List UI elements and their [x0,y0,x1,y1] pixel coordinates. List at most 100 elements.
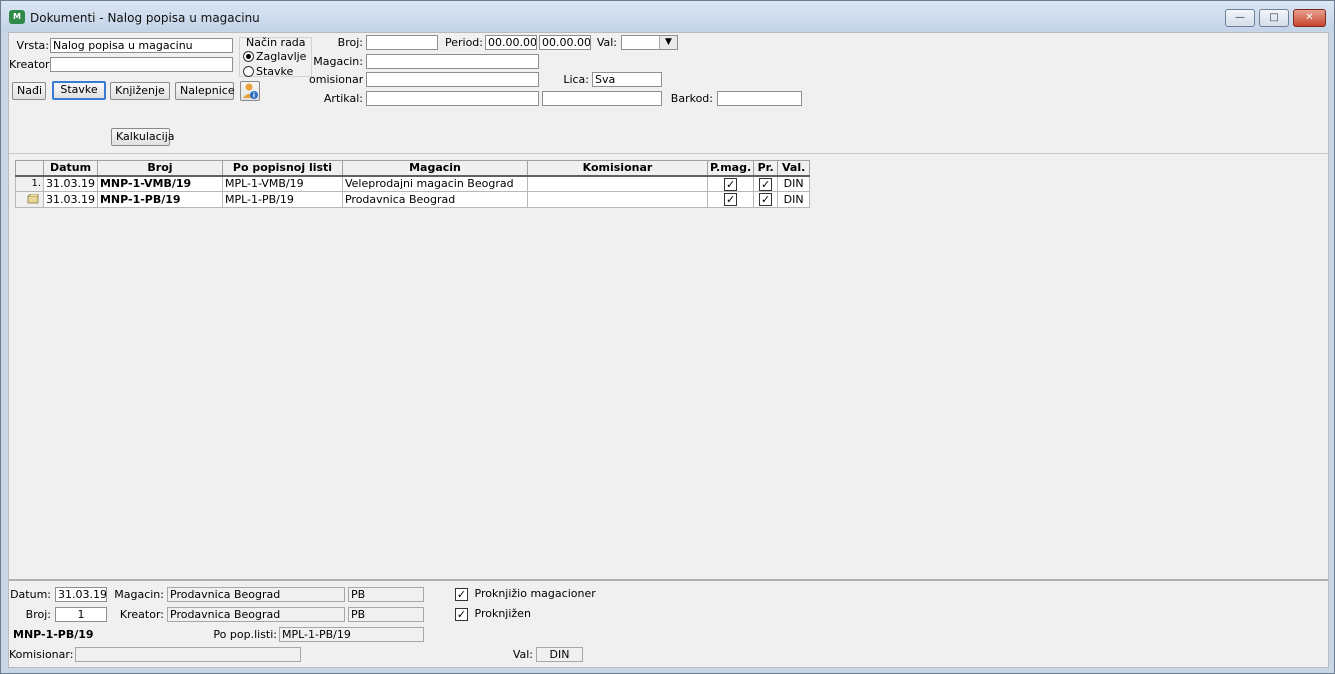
detail-magacin-label: Magacin: [114,588,164,601]
detail-panel: Datum: 31.03.19 Broj: 1 MNP-1-PB/19 Komi… [9,579,1328,667]
radio-zaglavlje[interactable]: Zaglavlje [243,50,306,63]
cell-magacin[interactable]: Veleprodajni magacin Beograd [341,175,528,192]
stavke-button[interactable]: Stavke [52,81,106,100]
detail-kreator-code[interactable]: PB [348,607,424,622]
application-window: M Dokumenti - Nalog popisa u magacinu — … [0,0,1335,674]
checkbox-icon: ✓ [724,177,738,191]
proknjizen-label: Proknjižen [474,607,531,620]
radio-on-icon [243,51,254,62]
cell-datum[interactable]: 31.03.19 [43,191,98,208]
kalkulacija-button[interactable]: Kalkulacija [111,128,175,146]
detail-kreator-field[interactable]: Prodavnica Beograd [167,607,345,622]
dropdown-arrow-icon: ▼ [659,36,677,49]
col-broj[interactable]: Broj [96,160,223,177]
vrsta-label: Vrsta: [16,39,49,52]
radio-stavke-label: Stavke [256,65,294,78]
detail-komisionar-label: Komisionar: [9,648,74,661]
period-label: Period: [444,36,483,49]
detail-magacin-field[interactable]: Prodavnica Beograd [167,587,345,602]
col-pr[interactable]: Pr. [753,160,779,177]
detail-kreator-label: Kreator: [119,608,164,621]
cell-pr[interactable]: ✓ [753,191,779,208]
magacin-label: Magacin: [313,55,363,68]
app-icon: M [9,10,25,24]
col-komisionar[interactable]: Komisionar [526,160,708,177]
broj-field[interactable] [366,35,438,50]
checkbox-icon: ✓ [759,177,773,191]
cell-broj[interactable]: MNP-1-VMB/19 [96,175,223,192]
detail-datum-label: Datum: [10,588,51,601]
row-index: 1. [15,175,44,192]
col-magacin[interactable]: Magacin [341,160,528,177]
cell-broj[interactable]: MNP-1-PB/19 [96,191,223,208]
cell-pmag[interactable]: ✓ [706,175,755,192]
detail-broj-label: Broj: [25,608,51,621]
nadji-button[interactable]: Nađi [12,82,46,100]
period-from-field[interactable]: 00.00.00 [485,35,537,50]
detail-val-label: Val: [512,648,533,661]
val-select[interactable]: ▼ [621,35,678,50]
col-datum[interactable]: Datum [43,160,98,177]
knjizenje-button[interactable]: Knjiženje [110,82,170,100]
proknjizen-checkbox[interactable]: ✓ Proknjižen [455,607,531,621]
lica-label: Lica: [563,73,589,86]
detail-doc-number: MNP-1-PB/19 [13,628,94,641]
nacin-rada-group: Način rada Zaglavlje Stavke [239,36,312,78]
proknjizio-checkbox[interactable]: ✓ Proknjižio magacioner [455,587,596,601]
col-po-popisnoj-listi[interactable]: Po popisnoj listi [221,160,343,177]
table-row[interactable]: 31.03.19 MNP-1-PB/19 MPL-1-PB/19 Prodavn… [15,191,811,208]
cell-pmag[interactable]: ✓ [706,191,755,208]
barkod-field[interactable] [717,91,802,106]
col-indicator [15,160,44,177]
user-info-button[interactable] [240,81,260,101]
close-icon[interactable]: ✕ [1293,9,1326,27]
detail-broj-field[interactable]: 1 [55,607,107,622]
client-area: Vrsta: Nalog popisa u magacinu Kreator: … [8,32,1329,668]
proknjizio-label: Proknjižio magacioner [474,587,596,600]
checkbox-icon: ✓ [455,587,468,601]
cell-komisionar[interactable] [526,191,708,208]
artikal-field-2[interactable] [542,91,662,106]
lica-field[interactable]: Sva [592,72,662,87]
checkbox-icon: ✓ [759,193,773,207]
window-title: Dokumenti - Nalog popisa u magacinu [30,11,260,25]
cell-komisionar[interactable] [526,175,708,192]
col-pmag[interactable]: P.mag. [706,160,755,177]
cell-val[interactable]: DIN [777,175,811,192]
cell-pr[interactable]: ✓ [753,175,779,192]
detail-magacin-code[interactable]: PB [348,587,424,602]
komisionar-label: omisionar: [309,73,363,86]
artikal-field[interactable] [366,91,539,106]
cell-datum[interactable]: 31.03.19 [43,175,98,192]
detail-po-pop-field[interactable]: MPL-1-PB/19 [279,627,424,642]
user-info-icon [243,83,258,99]
title-bar[interactable]: M Dokumenti - Nalog popisa u magacinu — … [1,1,1334,31]
cell-po-listi[interactable]: MPL-1-PB/19 [221,191,343,208]
cell-val[interactable]: DIN [777,191,811,208]
vrsta-field[interactable]: Nalog popisa u magacinu [50,38,233,53]
row-index [15,191,44,208]
magacin-field[interactable] [366,54,539,69]
table-row[interactable]: 1. 31.03.19 MNP-1-VMB/19 MPL-1-VMB/19 Ve… [15,175,811,192]
cell-magacin[interactable]: Prodavnica Beograd [341,191,528,208]
col-val[interactable]: Val. [777,160,811,177]
minimize-icon[interactable]: — [1225,9,1255,27]
checkbox-icon: ✓ [724,193,738,207]
komisionar-field[interactable] [366,72,539,87]
artikal-label: Artikal: [323,92,363,105]
cell-po-listi[interactable]: MPL-1-VMB/19 [221,175,343,192]
record-pointer-icon [27,193,39,204]
kreator-field[interactable] [50,57,233,72]
detail-po-pop-label: Po pop.listi: [213,628,277,641]
detail-komisionar-field[interactable] [75,647,301,662]
period-to-field[interactable]: 00.00.00 [539,35,591,50]
kreator-label: Kreator: [9,58,54,71]
maximize-icon[interactable]: □ [1259,9,1289,27]
val-label: Val: [596,36,617,49]
detail-val-field[interactable]: DIN [536,647,583,662]
nalepnice-button[interactable]: Nalepnice [175,82,235,100]
documents-grid-area: Datum Broj Po popisnoj listi Magacin Kom… [9,153,1328,579]
detail-datum-field[interactable]: 31.03.19 [55,587,107,602]
nacin-rada-label: Način rada [246,36,306,49]
radio-stavke[interactable]: Stavke [243,65,293,78]
